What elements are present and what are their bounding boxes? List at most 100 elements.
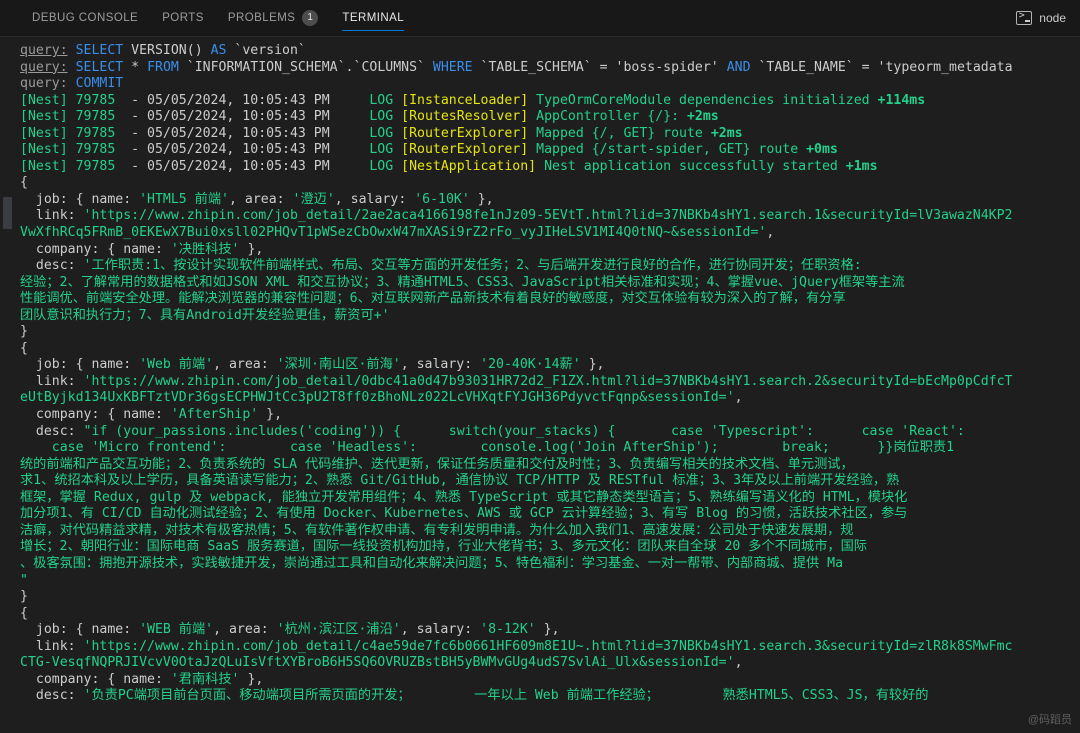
terminal-text: 统的前端和产品交互功能；2、负责系统的 SLA 代码维护、迭代更新，保证任务质量…: [20, 456, 854, 472]
terminal-output-panel[interactable]: query: SELECT VERSION() AS `version` quer…: [0, 37, 1080, 733]
terminal-text: query:: [20, 76, 68, 92]
terminal-line: query: SELECT * FROM `INFORMATION_SCHEMA…: [20, 60, 1080, 77]
tab-problems[interactable]: PROBLEMS 1: [216, 0, 331, 36]
tab-label: PORTS: [162, 12, 204, 24]
terminal-line: }: [20, 589, 1080, 606]
terminal-text: },: [580, 357, 605, 373]
terminal-line: query: COMMIT: [20, 76, 1080, 93]
terminal-text: '工作职责:1、按设计实现软件前端样式、布局、交互等方面的开发任务；2、与后端开…: [83, 258, 862, 274]
terminal-text: job: { name:: [20, 191, 140, 207]
terminal-text: - 05/05/2024, 10:05:43 PM: [131, 142, 330, 158]
terminal-line: 经验；2、了解常用的数据格式和如JSON XML 和交互协议；3、精通HTML5…: [20, 275, 1080, 292]
problems-count-badge: 1: [302, 10, 319, 26]
terminal-text: ,: [734, 655, 743, 671]
terminal-text: 性能调优、前端安全处理。能解决浏览器的兼容性问题；6、对互联网新产品新技术有着良…: [20, 291, 846, 307]
terminal-text: +114ms: [877, 92, 926, 108]
terminal-text: },: [535, 622, 560, 638]
terminal-text: [RoutesResolver]: [401, 109, 529, 125]
tab-debug-console[interactable]: DEBUG CONSOLE: [20, 0, 150, 36]
terminal-text: `INFORMATION_SCHEMA`.`COLUMNS`: [178, 59, 433, 75]
terminal-text: 'WEB 前端': [139, 622, 214, 638]
terminal-line: desc: '负责PC端项目前台页面、移动端项目所需页面的开发； 一年以上 We…: [20, 688, 1080, 705]
terminal-text: },: [469, 191, 494, 207]
terminal-line: job: { name: 'HTML5 前端', area: '澄迈', sal…: [20, 192, 1080, 209]
terminal-text: 团队意识和执行力；7、具有Android开发经验更佳，薪资可+': [20, 307, 390, 323]
terminal-text: '8-12K': [480, 622, 536, 638]
terminal-text: link:: [20, 638, 84, 654]
terminal-text: , area:: [213, 357, 277, 373]
terminal-text: 'https://www.zhipin.com/job_detail/2ae2a…: [83, 208, 1013, 224]
terminal-line: [Nest] 79785 - 05/05/2024, 10:05:43 PM L…: [20, 93, 1080, 110]
terminal-line: desc: "if (your_passions.includes('codin…: [20, 424, 1080, 441]
terminal-text: '君南科技': [170, 671, 240, 687]
terminal-text: link:: [20, 373, 84, 389]
terminal-text: ,: [734, 390, 743, 406]
terminal-text: , area:: [213, 622, 277, 638]
terminal-icon: [1016, 10, 1033, 25]
terminal-text: `TABLE_SCHEMA` = 'boss-spider': [472, 59, 727, 75]
terminal-text: [Nest] 79785: [20, 125, 132, 141]
terminal-text: 洁癖，对代码精益求精，对技术有极客热情；5、有软件著作权申请、有专利发明申请。为…: [20, 522, 854, 538]
terminal-text: [InstanceLoader]: [401, 92, 529, 108]
terminal-text: 'https://www.zhipin.com/job_detail/0dbc4…: [83, 373, 1013, 389]
terminal-text: - 05/05/2024, 10:05:43 PM: [131, 125, 330, 141]
terminal-text: company: { name:: [20, 241, 171, 257]
terminal-text: Mapped {/, GET} route: [528, 125, 711, 141]
terminal-text: ,: [766, 225, 775, 241]
terminal-text: 加分项1、有 CI/CD 自动化测试经验；2、有使用 Docker、Kubern…: [20, 506, 908, 522]
terminal-lines: query: SELECT VERSION() AS `version` quer…: [20, 43, 1080, 705]
terminal-text: '澄迈': [292, 191, 335, 207]
terminal-text: link:: [20, 208, 84, 224]
terminal-text: `TABLE_NAME` = 'typeorm_metadata: [750, 59, 1013, 75]
terminal-text: AND: [726, 59, 751, 75]
terminal-text: AS: [210, 43, 227, 58]
terminal-line: job: { name: 'WEB 前端', area: '杭州·滨江区·浦沿'…: [20, 622, 1080, 639]
terminal-text: }: [20, 589, 28, 605]
terminal-text: "if (your_passions.includes('coding')) {…: [83, 423, 965, 439]
terminal-line: {: [20, 341, 1080, 358]
terminal-text: , area:: [229, 191, 293, 207]
terminal-text: '决胜科技': [170, 241, 240, 257]
terminal-text: '杭州·滨江区·浦沿': [276, 622, 401, 638]
terminal-line: 框架，掌握 Redux, gulp 及 webpack, 能独立开发常用组件；4…: [20, 490, 1080, 507]
terminal-text: LOG: [369, 109, 394, 125]
terminal-text: },: [258, 407, 283, 423]
terminal-text: LOG: [369, 92, 394, 108]
terminal-line: 性能调优、前端安全处理。能解决浏览器的兼容性问题；6、对互联网新产品新技术有着良…: [20, 291, 1080, 308]
tab-label: DEBUG CONSOLE: [32, 12, 139, 24]
terminal-line: [Nest] 79785 - 05/05/2024, 10:05:43 PM L…: [20, 109, 1080, 126]
terminal-text: company: { name:: [20, 407, 171, 423]
terminal-text: 增长；2、朝阳行业：国际电商 SaaS 服务赛道，国际一线投资机构加持，行业大佬…: [20, 539, 867, 555]
terminal-text: '20-40K·14薪': [480, 357, 581, 373]
terminal-text: desc:: [20, 258, 84, 274]
panel-header: DEBUG CONSOLE PORTS PROBLEMS 1 TERMINAL …: [0, 0, 1080, 37]
terminal-text: +2ms: [710, 125, 743, 141]
terminal-line: 加分项1、有 CI/CD 自动化测试经验；2、有使用 Docker、Kubern…: [20, 506, 1080, 523]
terminal-text: {: [20, 175, 28, 191]
terminal-scrollbar-thumb[interactable]: [3, 197, 12, 229]
terminal-text: VwXfhRCq5FRmB_0EKEwX7Bui0xsll02PHQvT1pWS…: [20, 225, 767, 241]
shell-name-label: node: [1039, 11, 1066, 25]
terminal-scrollbar[interactable]: [0, 37, 16, 733]
terminal-line: {: [20, 606, 1080, 623]
terminal-text: , salary:: [400, 622, 481, 638]
terminal-text: 求1、统招本科及以上学历，具备英语读写能力；2、熟悉 Git/GitHub, 通…: [20, 473, 900, 489]
terminal-text: SELECT: [75, 43, 124, 58]
terminal-text: {: [20, 605, 28, 621]
terminal-line: [Nest] 79785 - 05/05/2024, 10:05:43 PM L…: [20, 126, 1080, 143]
tab-terminal[interactable]: TERMINAL: [330, 0, 416, 36]
terminal-line: company: { name: '君南科技' },: [20, 672, 1080, 689]
tab-ports[interactable]: PORTS: [150, 0, 216, 36]
terminal-line: }: [20, 324, 1080, 341]
terminal-text: 框架，掌握 Redux, gulp 及 webpack, 能独立开发常用组件；4…: [20, 489, 908, 505]
terminal-text: Nest application successfully started: [536, 158, 846, 174]
